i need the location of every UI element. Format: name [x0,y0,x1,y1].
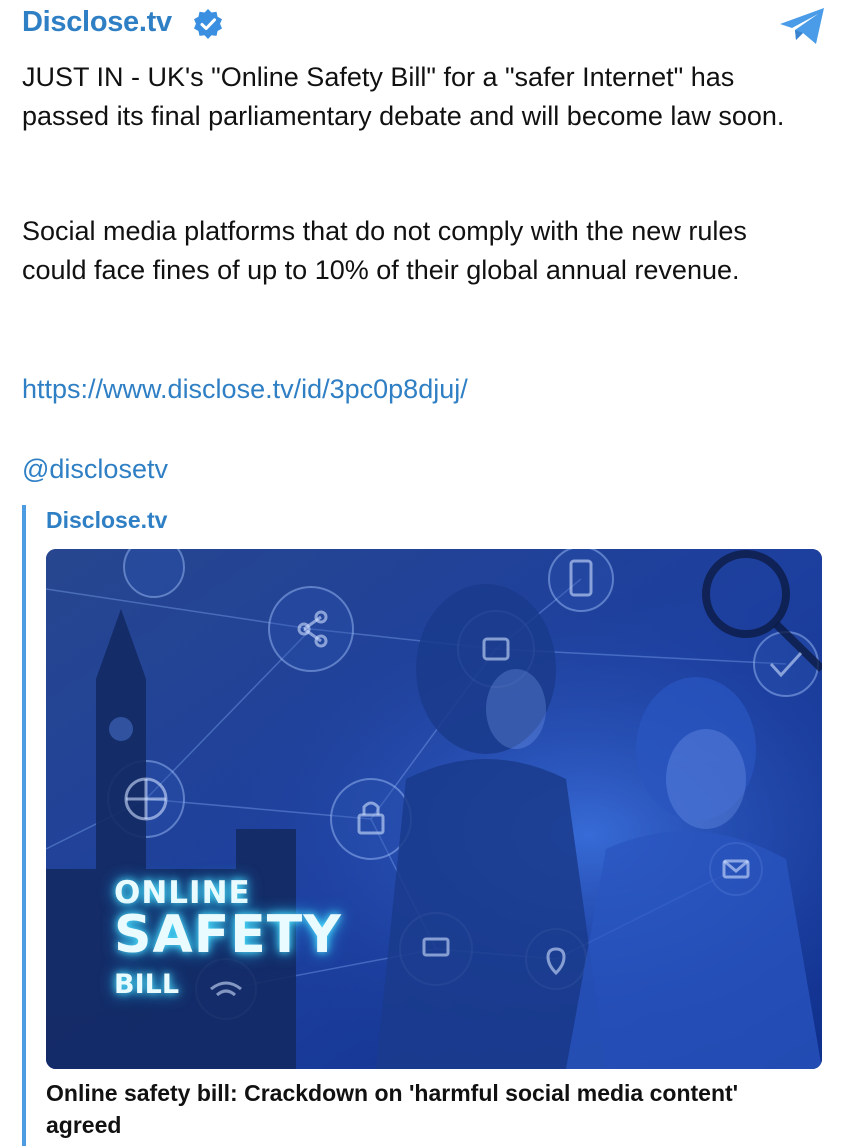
image-text-bill: BILL [114,969,180,1000]
preview-image[interactable]: ONLINE SAFETY BILL [46,549,822,1069]
telegram-post: Disclose.tv JUST IN - UK's "Online Safet… [0,0,848,1146]
telegram-icon[interactable] [776,6,828,46]
post-header: Disclose.tv [22,4,828,46]
link-preview[interactable]: Disclose.tv ONLINE SAFETY BILL Online sa… [22,505,828,1146]
article-link[interactable]: https://www.disclose.tv/id/3pc0p8djuj/ [22,370,468,409]
preview-accent-bar [22,505,26,1146]
post-paragraph: JUST IN - UK's "Online Safety Bill" for … [22,62,785,131]
channel-name[interactable]: Disclose.tv [22,6,172,39]
preview-title[interactable]: Online safety bill: Crackdown on 'harmfu… [46,1077,816,1141]
preview-site-name: Disclose.tv [46,507,168,533]
verified-badge-icon [192,8,224,40]
image-text-safety: SAFETY [114,905,342,965]
post-paragraph: Social media platforms that do not compl… [22,216,747,285]
channel-handle-link[interactable]: @disclosetv [22,450,168,489]
